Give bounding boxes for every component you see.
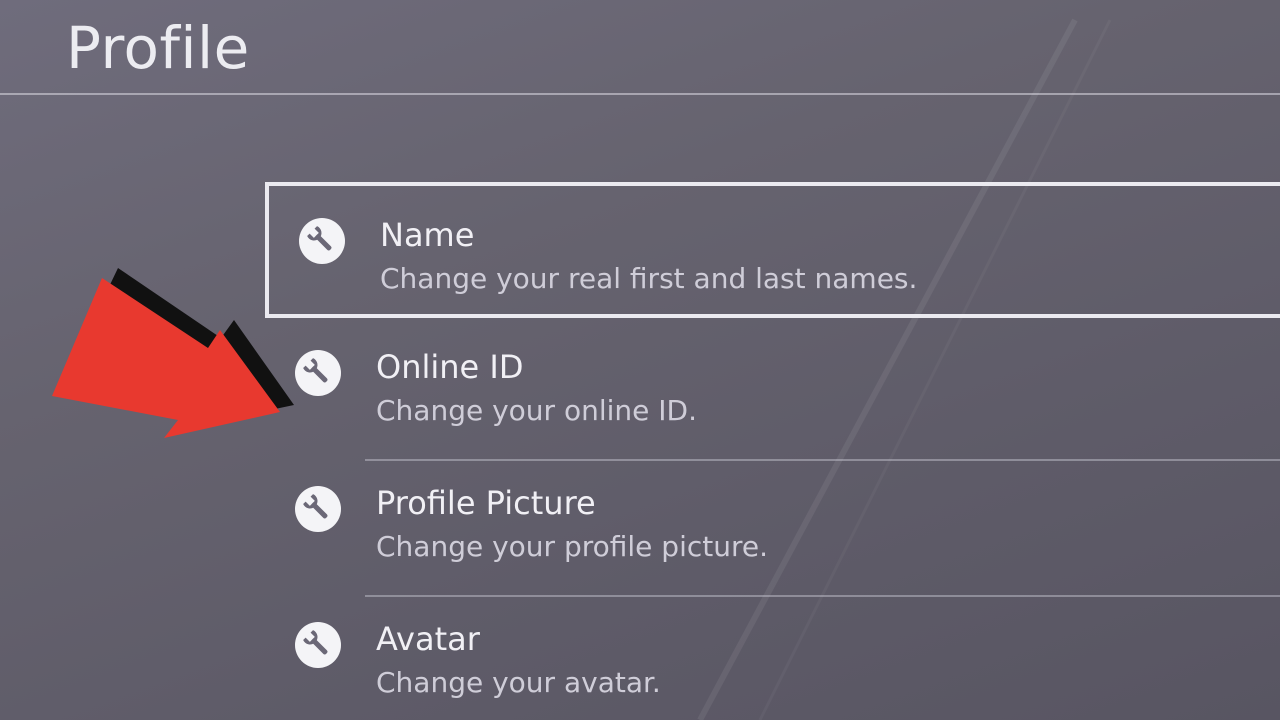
wrench-icon: [295, 350, 341, 396]
menu-item-description: Change your real first and last names.: [380, 262, 918, 295]
menu-item-description: Change your profile picture.: [376, 530, 768, 563]
menu-item-title: Online ID: [376, 348, 524, 386]
menu-item-description: Change your avatar.: [376, 666, 661, 699]
menu-item-title: Profile Picture: [376, 484, 596, 522]
menu-item-title: Avatar: [376, 620, 480, 658]
wrench-icon: [295, 486, 341, 532]
menu-item-description: Change your online ID.: [376, 394, 697, 427]
wrench-icon: [299, 218, 345, 264]
menu-item-name[interactable]: Name Change your real first and last nam…: [265, 182, 1280, 318]
menu-item-title: Name: [380, 216, 475, 254]
menu-item-avatar[interactable]: Avatar Change your avatar.: [265, 590, 1280, 720]
red-arrow-icon: [52, 268, 294, 438]
menu-item-online-id[interactable]: Online ID Change your online ID.: [265, 318, 1280, 454]
wrench-icon: [295, 622, 341, 668]
menu-item-profile-picture[interactable]: Profile Picture Change your profile pict…: [265, 454, 1280, 590]
